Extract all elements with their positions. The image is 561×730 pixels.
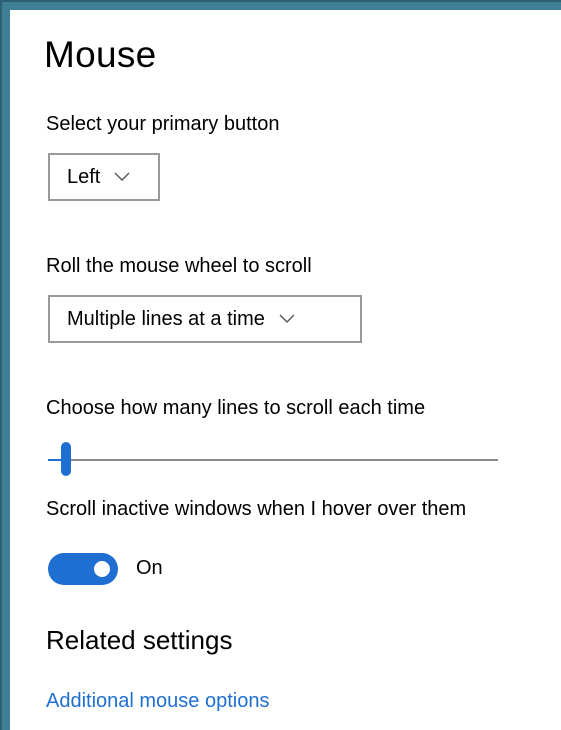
scroll-mode-value: Multiple lines at a time <box>67 307 265 330</box>
primary-button-value: Left <box>67 165 101 188</box>
toggle-state-label: On <box>136 557 163 579</box>
lines-slider-label: Choose how many lines to scroll each tim… <box>46 397 426 419</box>
inactive-scroll-toggle[interactable] <box>48 553 118 585</box>
chevron-down-icon <box>114 172 130 181</box>
settings-window: Mouse Select your primary button Left Ro… <box>0 0 561 730</box>
related-settings-title: Related settings <box>46 625 233 655</box>
toggle-knob <box>94 561 110 577</box>
primary-button-dropdown[interactable]: Left <box>48 153 160 201</box>
additional-mouse-options-link[interactable]: Additional mouse options <box>46 690 269 713</box>
page-title: Mouse <box>44 34 157 75</box>
lines-slider[interactable] <box>48 442 498 476</box>
primary-button-label: Select your primary button <box>46 113 280 135</box>
inactive-scroll-label: Scroll inactive windows when I hover ove… <box>46 498 467 520</box>
chevron-down-icon <box>279 314 295 323</box>
scroll-mode-label: Roll the mouse wheel to scroll <box>46 255 312 277</box>
scroll-mode-dropdown[interactable]: Multiple lines at a time <box>48 295 362 343</box>
slider-thumb[interactable] <box>61 442 71 476</box>
